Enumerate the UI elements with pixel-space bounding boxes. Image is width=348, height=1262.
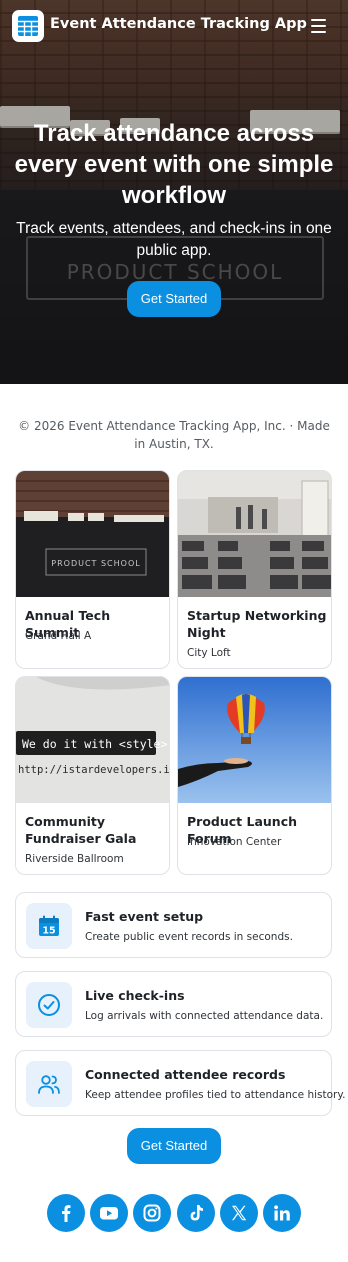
feature-title: Live check-ins	[85, 988, 185, 1003]
x-icon[interactable]	[220, 1194, 258, 1232]
hero-section: PRODUCT SCHOOL Event Attendance Tracking…	[0, 0, 348, 384]
feature-title: Fast event setup	[85, 909, 204, 924]
event-title: Community Fundraiser Gala	[25, 814, 137, 846]
feature-title: Connected attendee records	[85, 1067, 286, 1082]
brand-name[interactable]: Event Attendance Tracking App	[50, 16, 307, 32]
event-image-launch-forum	[178, 677, 331, 803]
calendar-15-icon: 15	[26, 903, 72, 949]
feature-description: Keep attendee profiles tied to attendanc…	[85, 1089, 346, 1101]
youtube-icon[interactable]	[90, 1194, 128, 1232]
feature-connected-attendee-records: Connected attendee records Keep attendee…	[15, 1050, 345, 1116]
feature-fast-event-setup: 15 Fast event setup Create public event …	[15, 892, 332, 958]
event-image-fundraiser-gala: We do it with <style> http://istardevelo…	[16, 677, 170, 803]
event-venue: Grand Hall A	[25, 630, 92, 642]
get-started-button-bottom[interactable]: Get Started	[127, 1128, 221, 1164]
hero-title: Track attendance across every event with…	[14, 120, 334, 209]
shirt-text-line2: http://istardevelopers.in	[18, 764, 170, 776]
calendar-day-number: 15	[42, 926, 55, 937]
event-venue: Innovation Center	[187, 836, 282, 848]
event-card-product-launch-forum[interactable]: Product Launch Forum Innovation Center	[177, 676, 332, 875]
tiktok-icon[interactable]	[177, 1194, 215, 1232]
hamburger-menu-icon[interactable]	[306, 14, 332, 38]
check-circle-icon	[26, 982, 72, 1028]
users-icon	[26, 1061, 72, 1107]
calendar-grid-icon[interactable]	[12, 10, 44, 42]
event-card-annual-tech-summit[interactable]: PRODUCT SCHOOL Annual Tech Summit Grand …	[15, 470, 170, 669]
shirt-text-line1: We do it with <style>	[22, 737, 167, 751]
feature-description: Log arrivals with connected attendance d…	[85, 1010, 324, 1022]
event-title: Startup Networking Night	[187, 608, 327, 640]
facebook-icon[interactable]	[47, 1194, 85, 1232]
copyright-text: © 2026 Event Attendance Tracking App, In…	[18, 419, 330, 451]
event-venue: City Loft	[187, 647, 231, 659]
linkedin-icon[interactable]	[263, 1194, 301, 1232]
top-nav: Event Attendance Tracking App	[0, 0, 348, 52]
feature-description: Create public event records in seconds.	[85, 931, 293, 943]
event-venue: Riverside Ballroom	[25, 853, 124, 865]
event-sign-text: PRODUCT SCHOOL	[51, 559, 140, 568]
hero-subtitle: Track events, attendees, and check-ins i…	[16, 220, 332, 259]
event-image-networking-night	[178, 471, 331, 597]
event-card-community-fundraiser-gala[interactable]: We do it with <style> http://istardevelo…	[15, 676, 170, 875]
event-image-tech-summit: PRODUCT SCHOOL	[16, 471, 169, 597]
instagram-icon[interactable]	[133, 1194, 171, 1232]
get-started-button[interactable]: Get Started	[127, 281, 221, 317]
event-card-startup-networking-night[interactable]: Startup Networking Night City Loft	[177, 470, 332, 669]
feature-live-check-ins: Live check-ins Log arrivals with connect…	[15, 971, 332, 1037]
